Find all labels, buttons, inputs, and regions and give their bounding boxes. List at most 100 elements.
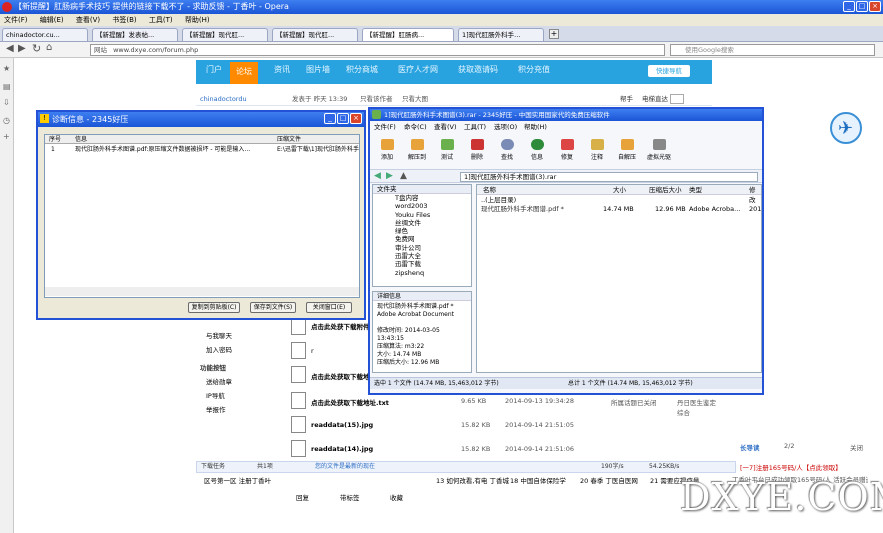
minimize-icon[interactable]: _ [843, 1, 855, 12]
download-link[interactable]: 您的文件是最新的现在 [315, 462, 375, 472]
nav-images[interactable]: 图片墙 [306, 64, 330, 75]
save-file-button[interactable]: 保存到文件(S) [250, 302, 296, 313]
toolbar-extract[interactable]: 解压到 [404, 139, 430, 161]
tab-bar: chinadoctor.cu... 【新提醒】发表帖... 【新提醒】现代肛..… [0, 26, 883, 42]
menu-edit[interactable]: 编辑(E) [40, 16, 64, 24]
action-chat[interactable]: 与我聊天 [206, 330, 232, 340]
new-tab-icon[interactable]: + [549, 29, 559, 39]
details-header: 详细信息 [373, 292, 471, 301]
tab-4[interactable]: 【新提醒】现代肛... [272, 28, 358, 41]
floor-input[interactable] [670, 94, 684, 104]
toolbar-virtual-drive[interactable]: 虚拟光驱 [646, 139, 672, 161]
nav-mall[interactable]: 积分商城 [346, 64, 378, 75]
tree-item[interactable]: 丝绸文件 [395, 219, 471, 227]
menu-file[interactable]: 文件(F) [4, 16, 28, 24]
speed-dial-icon[interactable]: ▤ [3, 82, 11, 91]
toolbar-repair[interactable]: 修复 [554, 139, 580, 161]
toolbar-test[interactable]: 测试 [434, 139, 460, 161]
back-nav-icon[interactable]: ◀ [374, 171, 381, 181]
tree-item[interactable]: 审计公司 [395, 244, 471, 252]
tab-3[interactable]: 【新提醒】现代肛... [182, 28, 268, 41]
attachment-row-6[interactable]: readdata(14).jpg 15.82 KB 2014-09-14 21:51… [291, 438, 721, 460]
author-only-link[interactable]: 只看该作者 [360, 92, 393, 106]
action-ip[interactable]: IP导航 [206, 390, 225, 400]
nav-forum[interactable]: 论坛 [230, 62, 258, 84]
tree-item[interactable]: T盘内容 [395, 194, 471, 202]
guide-item[interactable]: [一7]注册165号码/人【点此领取】 [740, 462, 842, 472]
close-window-button[interactable]: 关闭窗口(E) [306, 302, 352, 313]
quick-nav-button[interactable]: 快捷导航 [648, 65, 690, 77]
search-input[interactable]: 使用Google搜索 [670, 44, 875, 56]
archive-window: 1]现代肛肠外科手术图谱(3).rar - 2345好压 - 中国实用国家代的免… [368, 107, 764, 395]
forward-icon[interactable]: ▶ [18, 43, 26, 54]
tab-5-active[interactable]: 【新提醒】肛肠病... [362, 28, 454, 41]
download-bar: 下载任务 共1项 您的文件是最新的现在 190字/s 54.25KB/s [196, 461, 736, 473]
diagnostic-row[interactable]: 1 现代肛肠外科手术图谱.pdf:原压缩文件数据被损坏 - 可能是输入... E… [45, 145, 359, 154]
toolbar-find[interactable]: 查找 [494, 139, 520, 161]
dialog-close-icon[interactable]: × [350, 113, 362, 124]
menu-help[interactable]: 帮助(H) [185, 16, 210, 24]
attachment-row-5[interactable]: readdata(15).jpg 15.82 KB 2014-09-14 21:51… [291, 414, 721, 436]
toolbar-sfx[interactable]: 自解压 [614, 139, 640, 161]
home-icon[interactable]: ⌂ [46, 42, 52, 53]
file-icon [291, 392, 306, 409]
tree-item[interactable]: Youku Files [395, 211, 471, 219]
add-panel-icon[interactable]: + [3, 132, 10, 141]
nav-recharge[interactable]: 积分充值 [518, 64, 550, 75]
dialog-minimize-icon[interactable]: _ [324, 113, 336, 124]
tree-item[interactable]: 迅雷下载 [395, 260, 471, 268]
bookmarks-icon[interactable]: ★ [3, 64, 10, 73]
archive-path-input[interactable]: 1]现代肛肠外科手术图谱(3).rar [460, 172, 758, 182]
tree-item[interactable]: 免费网 [395, 235, 471, 243]
file-row-parent[interactable]: ..(上层目录) [477, 196, 761, 205]
nav-news[interactable]: 资讯 [274, 64, 290, 75]
address-toolbar: ◀ ▶ ↻ ⌂ 网站 www.dxye.com/forum.php 使用Goog… [0, 42, 883, 58]
toolbar-add[interactable]: 添加 [374, 139, 400, 161]
history-icon[interactable]: ◷ [3, 116, 10, 125]
toolbar-comment[interactable]: 注释 [584, 139, 610, 161]
nav-invite[interactable]: 获取邀请码 [458, 64, 498, 75]
forward-nav-icon[interactable]: ▶ [386, 171, 393, 181]
guide-close[interactable]: 关闭 [850, 442, 863, 452]
action-report[interactable]: 举报作 [206, 404, 226, 414]
reload-icon[interactable]: ↻ [32, 42, 41, 55]
file-row-pdf[interactable]: 现代肛肠外科手术图谱.pdf * 14.74 MB 12.96 MB Adobe… [477, 205, 761, 214]
downloads-icon[interactable]: ⇩ [3, 98, 10, 107]
download-tasks[interactable]: 下载任务 [201, 462, 225, 472]
up-icon[interactable]: ▲ [400, 171, 407, 181]
address-input[interactable]: 网站 www.dxye.com/forum.php [90, 44, 665, 56]
archive-title: 1]现代肛肠外科手术图谱(3).rar - 2345好压 - 中国实用国家代的免… [384, 111, 610, 119]
tree-item[interactable]: zipshenq [395, 269, 471, 277]
file-icon [291, 416, 306, 433]
nav-jobs[interactable]: 医疗人才网 [398, 64, 438, 75]
tag-button[interactable]: 带标签 [340, 492, 360, 502]
post-time: 发表于 昨天 13:39 [292, 95, 348, 103]
big-image-link[interactable]: 只看大图 [402, 92, 428, 106]
nav-portal[interactable]: 门户 [206, 64, 222, 75]
archive-title-bar: 1]现代肛肠外科手术图谱(3).rar - 2345好压 - 中国实用国家代的免… [370, 109, 762, 121]
toolbar-delete[interactable]: 删除 [464, 139, 490, 161]
tab-1[interactable]: chinadoctor.cu... [2, 28, 88, 41]
dialog-maximize-icon[interactable]: □ [337, 113, 349, 124]
menu-bookmarks[interactable]: 书签(B) [112, 16, 136, 24]
diagnostic-scrollbar[interactable] [45, 287, 359, 296]
post-author[interactable]: chinadoctordu [200, 92, 247, 106]
copy-clipboard-button[interactable]: 复制到剪贴板(C) [188, 302, 240, 313]
action-password[interactable]: 加入密码 [206, 344, 232, 354]
back-icon[interactable]: ◀ [6, 43, 14, 54]
favorite-button[interactable]: 收藏 [390, 492, 403, 502]
menu-view[interactable]: 查看(V) [76, 16, 100, 24]
menu-tools[interactable]: 工具(T) [149, 16, 173, 24]
app-icon [372, 110, 381, 119]
archive-menubar: 文件(F) 命令(C) 查看(V) 工具(T) 选项(O) 帮助(H) [374, 123, 547, 131]
action-medal[interactable]: 送给勋章 [206, 376, 232, 386]
tab-6[interactable]: 1]现代肛肠外科手... [458, 28, 544, 41]
maximize-icon[interactable]: □ [856, 1, 868, 12]
archive-statusbar: 选中 1 个文件 (14.74 MB, 15,463,012 字节) 总计 1 … [370, 377, 762, 389]
tree-item[interactable]: word2003 [395, 202, 471, 210]
toolbar-info[interactable]: 信息 [524, 139, 550, 161]
warning-icon: ! [40, 114, 49, 123]
close-icon[interactable]: × [869, 1, 881, 12]
reply-button[interactable]: 回复 [296, 492, 309, 502]
tab-2[interactable]: 【新提醒】发表帖... [92, 28, 178, 41]
